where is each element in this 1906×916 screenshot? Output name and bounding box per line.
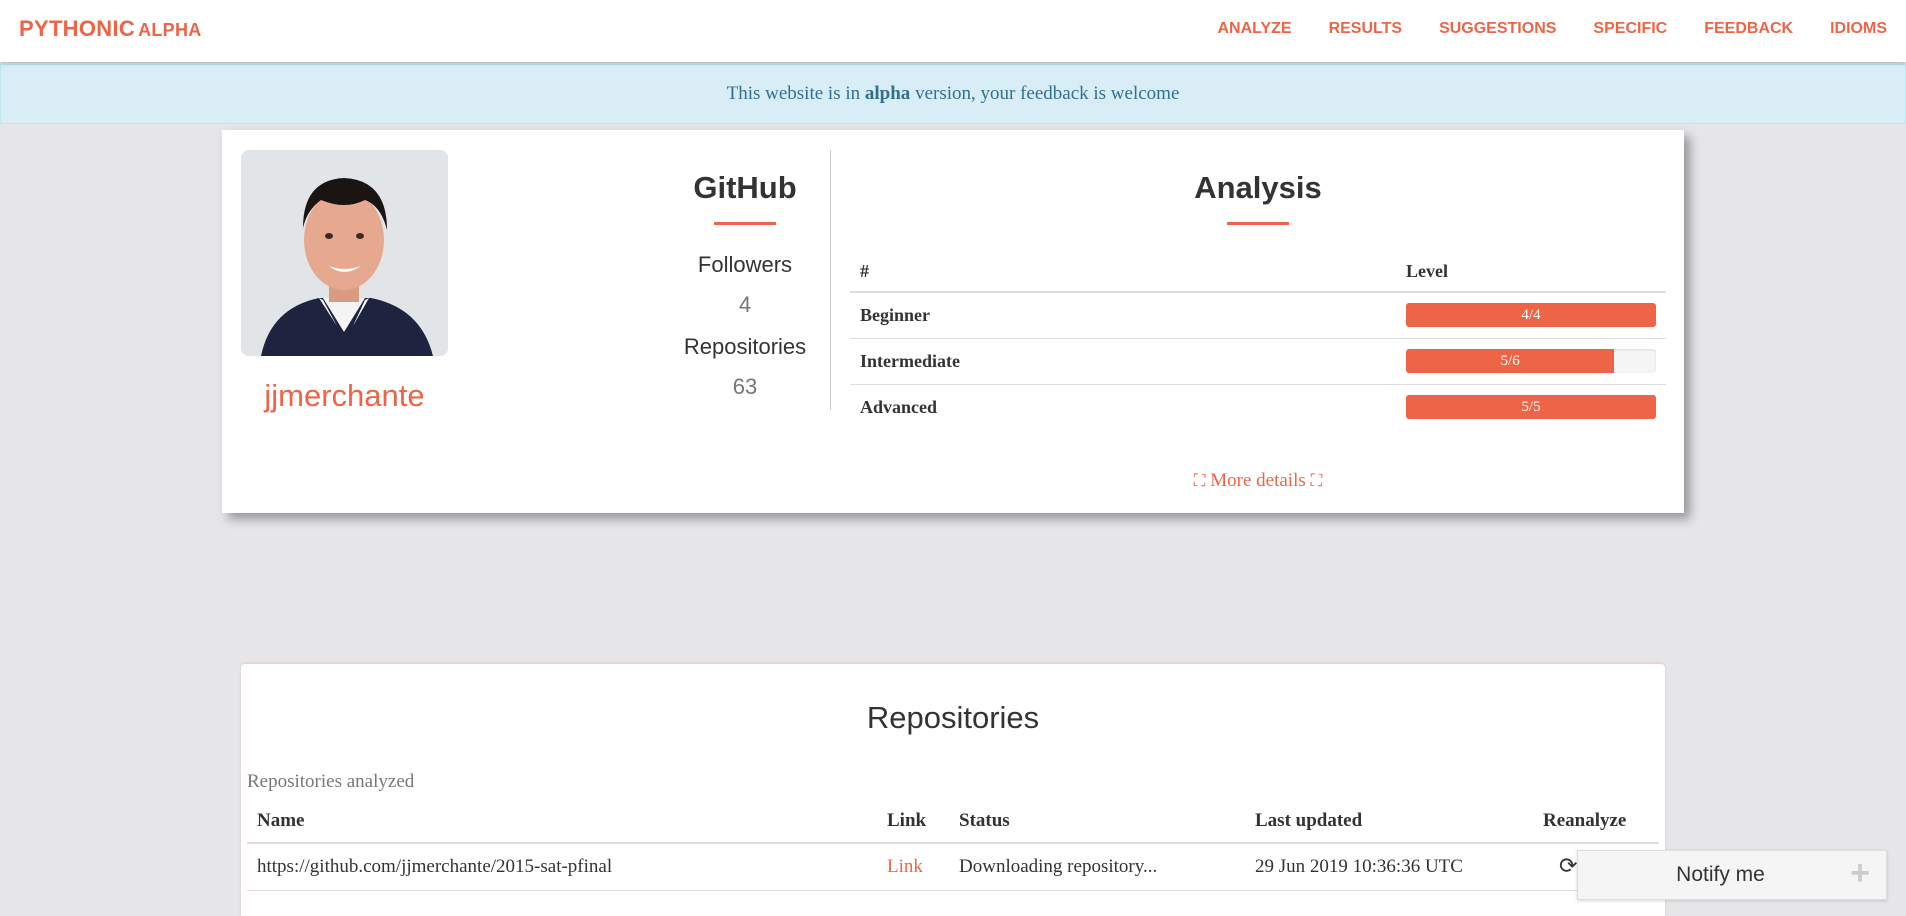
level-name: Beginner — [850, 292, 1396, 339]
progress-fill: 5/5 — [1406, 395, 1656, 420]
nav-results[interactable]: RESULTS — [1329, 20, 1402, 38]
level-name: Intermediate — [850, 338, 1396, 385]
nav-specific[interactable]: SPECIFIC — [1593, 20, 1667, 38]
brand-logo[interactable]: PYTHONIC ALPHA — [19, 16, 202, 42]
username-link[interactable]: jjmerchante — [222, 378, 467, 414]
nav-suggestions[interactable]: SUGGESTIONS — [1439, 20, 1556, 38]
col-reanalyze: Reanalyze — [1533, 810, 1659, 844]
progress-bar: 4/4 — [1406, 303, 1656, 328]
more-details-link[interactable]: ⛶ More details ⛶ — [850, 470, 1666, 492]
alert-prefix: This website is in — [726, 83, 861, 104]
more-details-label: More details — [1210, 470, 1306, 491]
alert-suffix: version, your feedback is welcome — [915, 83, 1180, 104]
title-underline — [714, 222, 776, 225]
alpha-alert: This website is in alpha version, your f… — [0, 64, 1906, 124]
repositories-title: Repositories — [866, 700, 1040, 735]
nav-menu: ANALYZE RESULTS SUGGESTIONS SPECIFIC FEE… — [1217, 20, 1906, 38]
repo-last-updated: 29 Jun 2019 10:36:36 UTC — [1245, 843, 1533, 891]
brand-sub: ALPHA — [138, 20, 202, 40]
col-status: Status — [949, 810, 1245, 844]
divider — [830, 150, 831, 410]
progress-bar: 5/5 — [1406, 395, 1656, 420]
col-level: Level — [1396, 261, 1666, 293]
col-last-updated: Last updated — [1245, 810, 1533, 844]
avatar-image — [241, 150, 448, 356]
repo-link[interactable]: Link — [877, 843, 949, 891]
repositories-count: 63 — [732, 374, 758, 399]
followers-label: Followers — [697, 252, 793, 277]
progress-fill: 4/4 — [1406, 303, 1656, 328]
analysis-table: # Level Beginner 4/4 Intermediate 5/6 Ad… — [850, 261, 1666, 430]
nav-idioms[interactable]: IDIOMS — [1830, 20, 1887, 38]
repositories-panel: Repositories Repositories analyzed Name … — [241, 664, 1665, 916]
repositories-label: Repositories — [683, 334, 807, 359]
plus-icon[interactable]: + — [1850, 856, 1870, 890]
expand-icon: ⛶ — [1310, 471, 1323, 491]
table-row: https://github.com/jjmerchante/2015-sat-… — [247, 843, 1659, 891]
analysis-section: Analysis # Level Beginner 4/4 Intermedia… — [850, 170, 1666, 430]
analysis-row-beginner: Beginner 4/4 — [850, 292, 1666, 339]
col-link: Link — [877, 810, 949, 844]
level-name: Advanced — [860, 396, 938, 417]
github-title: GitHub — [693, 170, 797, 205]
github-stats: GitHub Followers 4 Repositories 63 — [622, 170, 868, 400]
progress-bar: 5/6 — [1406, 349, 1656, 373]
navbar: PYTHONIC ALPHA ANALYZE RESULTS SUGGESTION… — [0, 0, 1906, 62]
repo-name: https://github.com/jjmerchante/2015-sat-… — [247, 843, 877, 891]
nav-analyze[interactable]: ANALYZE — [1217, 20, 1291, 38]
avatar — [241, 150, 448, 356]
profile-card: jjmerchante GitHub Followers 4 Repositor… — [222, 130, 1684, 513]
followers-count: 4 — [738, 292, 752, 317]
col-hash: # — [850, 261, 1396, 293]
repo-status: Downloading repository... — [949, 843, 1245, 891]
analysis-row-advanced: Advanced 5/5 — [850, 384, 1666, 430]
notify-label: Notify me — [1676, 863, 1765, 886]
title-underline — [1227, 222, 1289, 225]
refresh-icon[interactable]: ⟳ — [1543, 854, 1577, 879]
col-name: Name — [247, 810, 877, 844]
brand-name: PYTHONIC — [19, 16, 136, 41]
progress-fill: 5/6 — [1406, 349, 1615, 373]
nav-feedback[interactable]: FEEDBACK — [1704, 20, 1793, 38]
analysis-row-intermediate: Intermediate 5/6 — [850, 338, 1666, 385]
repositories-table: Name Link Status Last updated Reanalyze … — [247, 810, 1659, 891]
alert-strong: alpha — [864, 83, 911, 104]
notify-me-widget[interactable]: Notify me + — [1577, 850, 1887, 900]
expand-icon: ⛶ — [1193, 471, 1206, 491]
analysis-title: Analysis — [1194, 170, 1322, 205]
repositories-subtitle: Repositories analyzed — [247, 771, 415, 792]
